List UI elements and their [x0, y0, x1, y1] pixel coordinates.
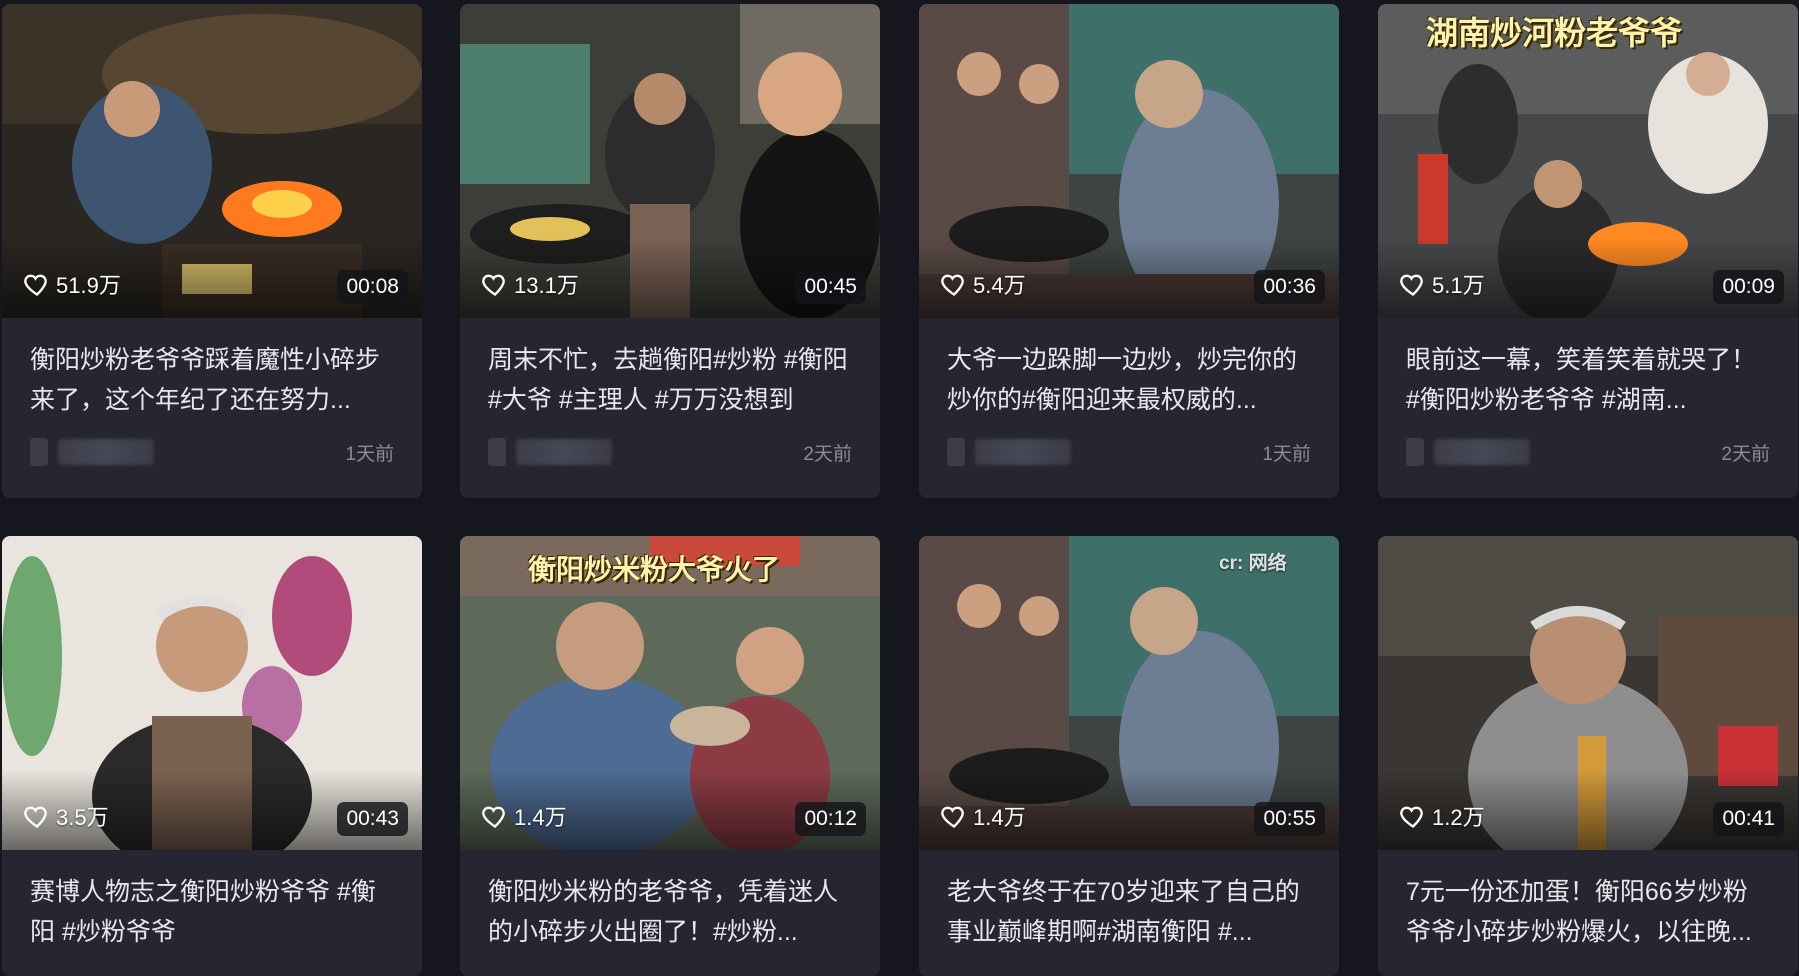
- like-count: 5.4万: [939, 268, 1026, 300]
- video-thumbnail[interactable]: 湖南炒河粉老爷爷 5.1万 00:09: [1378, 4, 1798, 318]
- video-card[interactable]: 衡阳炒米粉大爷火了 1.4万 00:12 衡阳炒米粉的老爷爷，凭着迷人的小碎步火…: [460, 536, 880, 976]
- video-title[interactable]: 衡阳炒米粉的老爷爷，凭着迷人的小碎步火出圈了！#炒粉...: [488, 872, 852, 952]
- heart-outline-icon: [941, 274, 964, 296]
- video-title[interactable]: 周末不忙，去趟衡阳#炒粉 #衡阳 #大爷 #主理人 #万万没想到: [488, 340, 852, 420]
- author-avatar: [947, 438, 965, 466]
- like-count: 51.9万: [22, 268, 121, 300]
- video-duration: 00:41: [1713, 802, 1784, 836]
- author-info-blurred[interactable]: [947, 438, 1071, 466]
- video-duration: 00:45: [795, 270, 866, 304]
- author-info-blurred[interactable]: [1406, 438, 1530, 466]
- video-grid: 51.9万 00:08 衡阳炒粉老爷爷踩着魔性小碎步来了，这个年纪了还在努力..…: [0, 0, 1799, 976]
- post-time: 1天前: [345, 443, 394, 465]
- video-title[interactable]: 赛博人物志之衡阳炒粉爷爷 #衡阳 #炒粉爷爷: [30, 872, 394, 952]
- video-overlay-caption: 湖南炒河粉老爷爷: [1426, 14, 1683, 52]
- video-card[interactable]: 5.4万 00:36 大爷一边跺脚一边炒，炒完你的炒你的#衡阳迎来最权威的...…: [919, 4, 1339, 498]
- video-watermark: cr: 网络: [1219, 553, 1287, 574]
- heart-outline-icon: [482, 274, 505, 296]
- video-card[interactable]: 1.2万 00:41 7元一份还加蛋！衡阳66岁炒粉爷爷小碎步炒粉爆火，以往晚.…: [1378, 536, 1798, 976]
- video-duration: 00:09: [1713, 270, 1784, 304]
- video-duration: 00:43: [337, 802, 408, 836]
- video-card[interactable]: 湖南炒河粉老爷爷 5.1万 00:09 眼前这一幕，笑着笑着就哭了！ #衡阳炒粉…: [1378, 4, 1798, 498]
- like-count: 1.4万: [939, 800, 1026, 832]
- like-count: 3.5万: [22, 800, 109, 832]
- video-thumbnail[interactable]: 5.4万 00:36: [919, 4, 1339, 318]
- video-card[interactable]: cr: 网络 1.4万 00:55 老大爷终于在70岁迎来了自己的事业巅峰期啊#…: [919, 536, 1339, 976]
- video-thumbnail[interactable]: 1.2万 00:41: [1378, 536, 1798, 850]
- post-time: 1天前: [1262, 443, 1311, 465]
- author-avatar: [30, 438, 48, 466]
- video-title[interactable]: 衡阳炒粉老爷爷踩着魔性小碎步来了，这个年纪了还在努力...: [30, 340, 394, 420]
- video-title[interactable]: 老大爷终于在70岁迎来了自己的事业巅峰期啊#湖南衡阳 #...: [947, 872, 1311, 952]
- heart-outline-icon: [24, 806, 47, 828]
- video-card[interactable]: 13.1万 00:45 周末不忙，去趟衡阳#炒粉 #衡阳 #大爷 #主理人 #万…: [460, 4, 880, 498]
- author-info-blurred[interactable]: [30, 438, 154, 466]
- heart-outline-icon: [24, 274, 47, 296]
- video-thumbnail[interactable]: 13.1万 00:45: [460, 4, 880, 318]
- heart-outline-icon: [1400, 806, 1423, 828]
- video-duration: 00:36: [1254, 270, 1325, 304]
- video-card[interactable]: 3.5万 00:43 赛博人物志之衡阳炒粉爷爷 #衡阳 #炒粉爷爷: [2, 536, 422, 976]
- like-count: 1.2万: [1398, 800, 1485, 832]
- video-duration: 00:55: [1254, 802, 1325, 836]
- heart-outline-icon: [482, 806, 505, 828]
- video-overlay-caption: 衡阳炒米粉大爷火了: [528, 553, 781, 586]
- heart-outline-icon: [941, 806, 964, 828]
- video-duration: 00:12: [795, 802, 866, 836]
- post-time: 2天前: [1721, 443, 1770, 465]
- heart-outline-icon: [1400, 274, 1423, 296]
- video-thumbnail[interactable]: cr: 网络 1.4万 00:55: [919, 536, 1339, 850]
- like-count: 13.1万: [480, 268, 579, 300]
- author-info-blurred[interactable]: [488, 438, 612, 466]
- video-title[interactable]: 眼前这一幕，笑着笑着就哭了！ #衡阳炒粉老爷爷 #湖南...: [1406, 340, 1770, 420]
- video-card[interactable]: 51.9万 00:08 衡阳炒粉老爷爷踩着魔性小碎步来了，这个年纪了还在努力..…: [2, 4, 422, 498]
- author-avatar: [488, 438, 506, 466]
- like-count: 5.1万: [1398, 268, 1485, 300]
- video-thumbnail[interactable]: 51.9万 00:08: [2, 4, 422, 318]
- post-time: 2天前: [803, 443, 852, 465]
- video-thumbnail[interactable]: 衡阳炒米粉大爷火了 1.4万 00:12: [460, 536, 880, 850]
- video-thumbnail[interactable]: 3.5万 00:43: [2, 536, 422, 850]
- video-duration: 00:08: [337, 270, 408, 304]
- like-count: 1.4万: [480, 800, 567, 832]
- author-avatar: [1406, 438, 1424, 466]
- video-title[interactable]: 大爷一边跺脚一边炒，炒完你的炒你的#衡阳迎来最权威的...: [947, 340, 1311, 420]
- video-title[interactable]: 7元一份还加蛋！衡阳66岁炒粉爷爷小碎步炒粉爆火，以往晚...: [1406, 872, 1770, 952]
